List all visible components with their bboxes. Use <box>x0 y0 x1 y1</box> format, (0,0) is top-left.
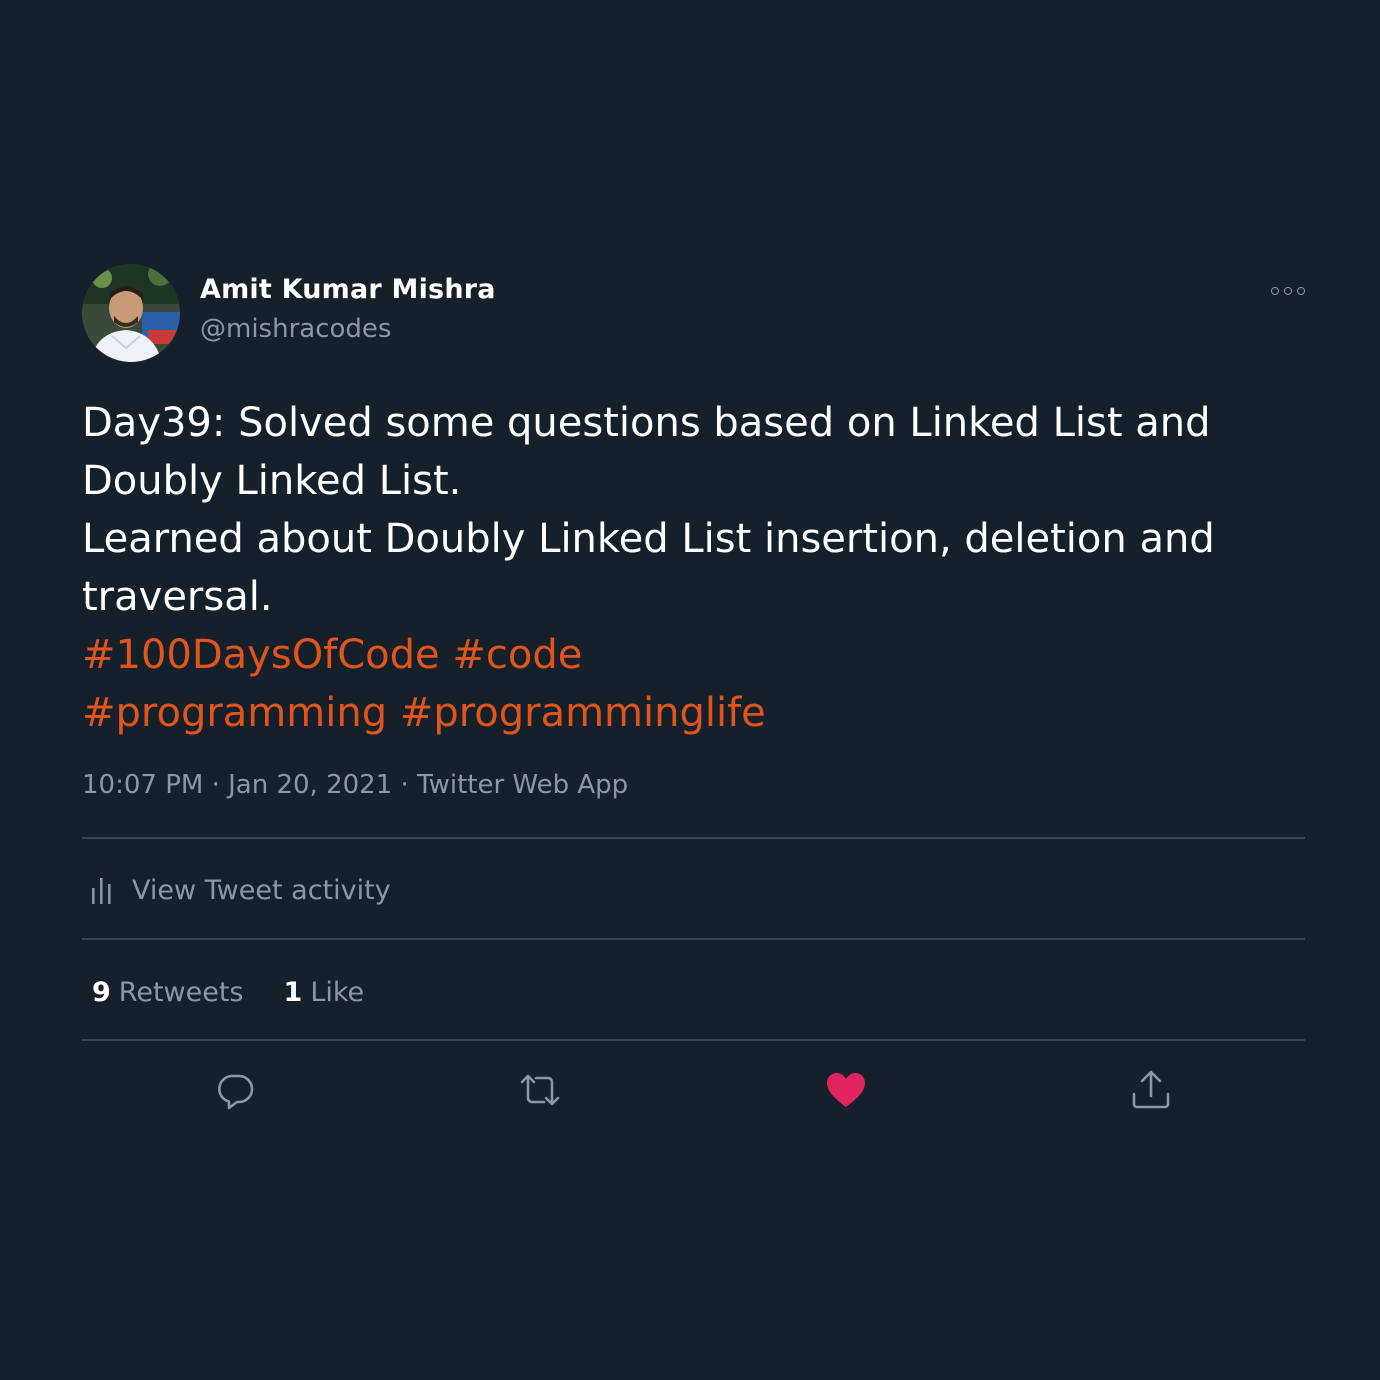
likes-label: Like <box>310 976 365 1008</box>
bar-chart-icon <box>92 878 111 904</box>
meta-separator: · <box>400 770 409 800</box>
divider <box>82 938 1305 940</box>
hashtag-link[interactable]: #programming <box>82 690 387 736</box>
tweet-time[interactable]: 10:07 PM <box>82 770 203 800</box>
tweet-text-line: Doubly Linked List. <box>82 458 462 504</box>
hashtag-link[interactable]: #100DaysOfCode <box>82 632 440 678</box>
tweet-text-line: Learned about Doubly Linked List inserti… <box>82 516 1215 562</box>
tweet-card: Amit Kumar Mishra @mishracodes Day39: So… <box>82 262 1305 1110</box>
author-name[interactable]: Amit Kumar Mishra <box>200 274 496 305</box>
retweets-count: 9 <box>92 976 111 1008</box>
retweets-stat[interactable]: 9 Retweets <box>92 977 244 1008</box>
reply-button[interactable] <box>213 1068 257 1112</box>
reply-icon <box>218 1074 254 1110</box>
heart-icon <box>827 1073 865 1107</box>
avatar[interactable] <box>82 264 180 362</box>
view-tweet-activity-link[interactable]: View Tweet activity <box>90 870 391 910</box>
tweet-text-line: Day39: Solved some questions based on Li… <box>82 400 1211 446</box>
like-button[interactable] <box>824 1068 868 1112</box>
tweet-date[interactable]: Jan 20, 2021 <box>228 770 392 800</box>
avatar-photo <box>82 264 180 362</box>
more-dot-icon <box>1297 287 1305 295</box>
tweet-header: Amit Kumar Mishra @mishracodes <box>82 262 1305 362</box>
share-icon <box>1132 1070 1170 1109</box>
hashtag-line: #100DaysOfCode #code <box>82 626 1305 684</box>
tweet-meta: 10:07 PM · Jan 20, 2021 · Twitter Web Ap… <box>82 770 628 800</box>
likes-count: 1 <box>283 976 303 1008</box>
share-button[interactable] <box>1129 1068 1173 1112</box>
more-dot-icon <box>1271 287 1279 295</box>
hashtag-line: #programming #programminglife <box>82 684 1305 742</box>
retweets-label: Retweets <box>118 976 244 1008</box>
divider <box>82 1039 1305 1041</box>
view-tweet-activity-label: View Tweet activity <box>132 874 391 906</box>
tweet-actions <box>82 1068 1305 1112</box>
more-dot-icon <box>1284 287 1292 295</box>
tweet-source[interactable]: Twitter Web App <box>417 770 628 800</box>
author-handle[interactable]: @mishracodes <box>200 314 391 344</box>
hashtag-link[interactable]: #code <box>452 632 582 678</box>
tweet-text: Day39: Solved some questions based on Li… <box>82 394 1305 742</box>
retweet-button[interactable] <box>518 1068 562 1112</box>
tweet-stats: 9 Retweets 1 Like <box>92 972 404 1012</box>
retweet-icon <box>520 1074 560 1106</box>
tweet-text-line: traversal. <box>82 574 273 620</box>
hashtag-link[interactable]: #programminglife <box>400 690 766 736</box>
meta-separator: · <box>211 770 220 800</box>
more-options-button[interactable] <box>1271 284 1305 298</box>
divider <box>82 837 1305 839</box>
likes-stat[interactable]: 1 Like <box>284 977 365 1008</box>
